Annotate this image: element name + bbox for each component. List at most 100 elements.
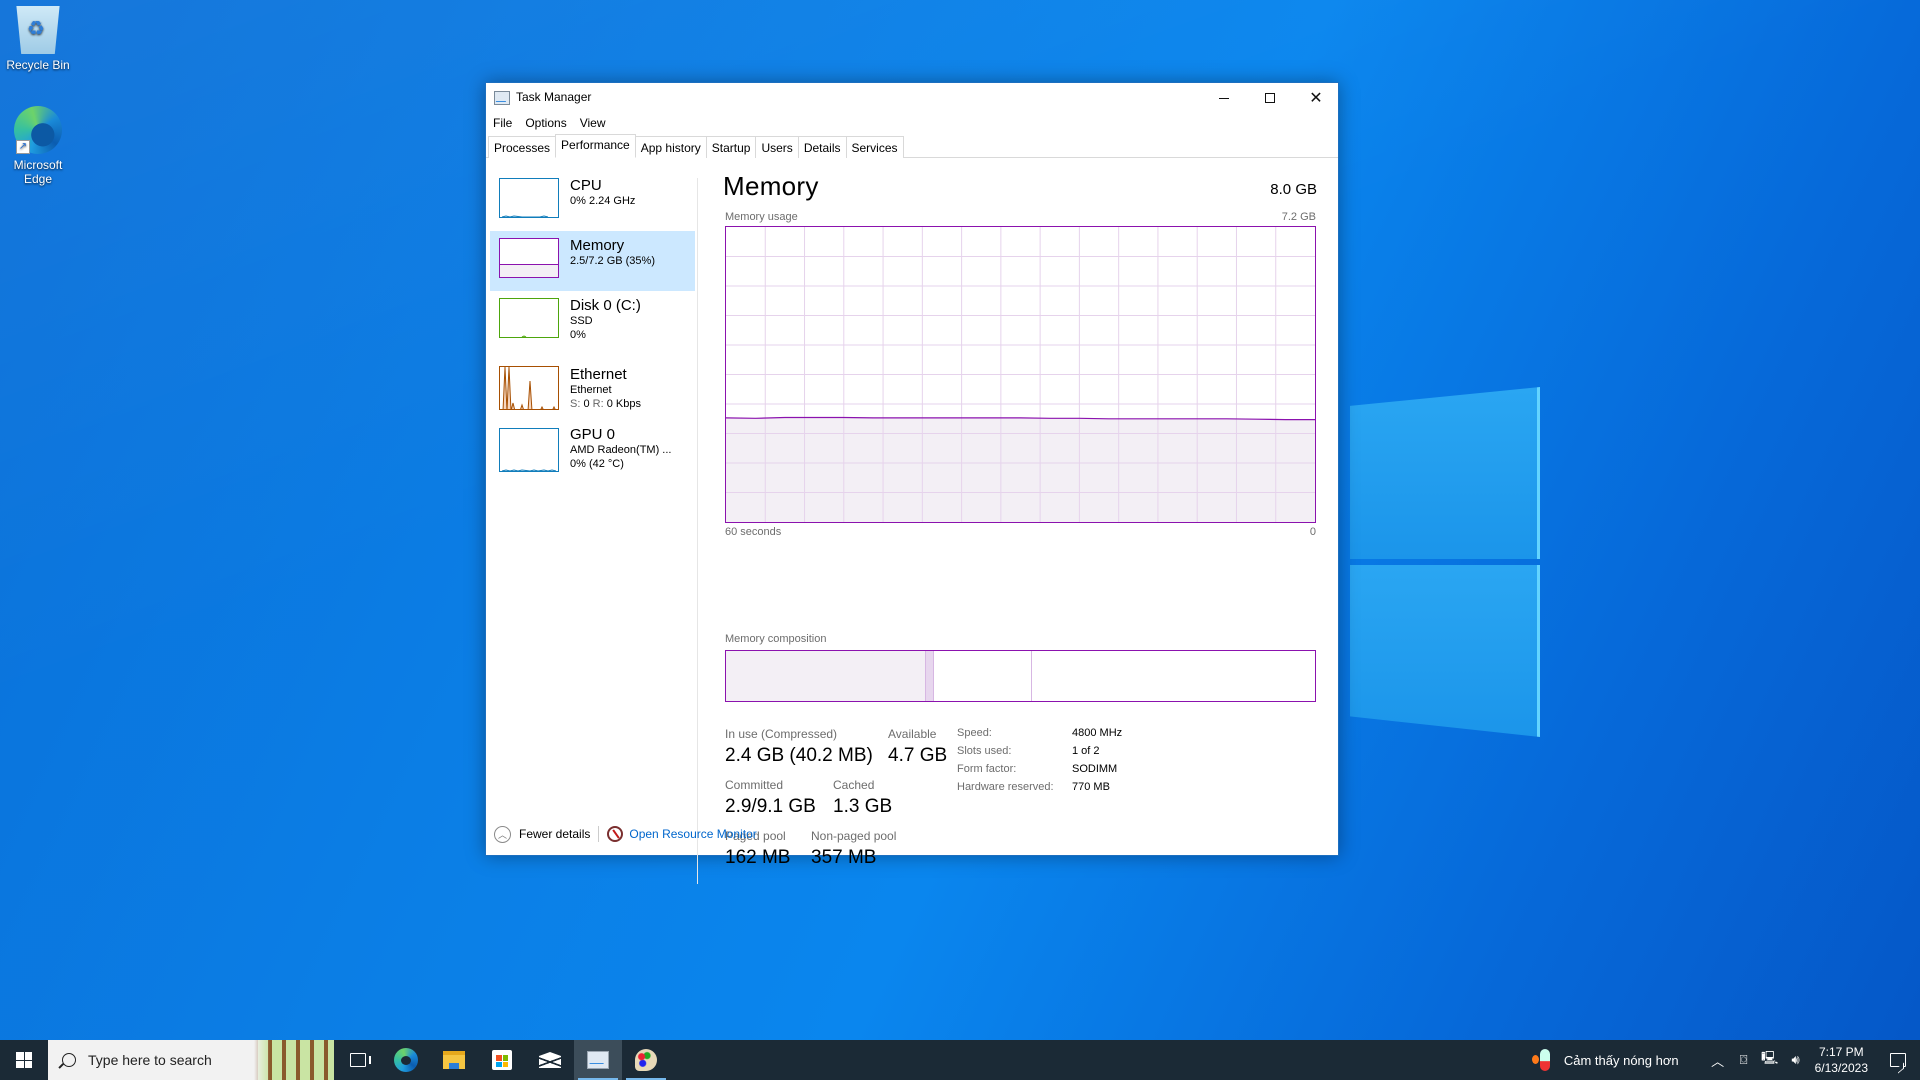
taskbar-microsoft-store[interactable] [478, 1040, 526, 1080]
weather-widget[interactable]: Cảm thấy nóng hơn [1531, 1049, 1679, 1071]
committed-value: 2.9/9.1 GB [725, 796, 816, 817]
search-placeholder: Type here to search [88, 1052, 212, 1068]
mail-icon [539, 1052, 561, 1068]
taskbar-task-manager[interactable] [574, 1040, 622, 1080]
maximize-button[interactable] [1247, 83, 1293, 113]
composition-segment-modified[interactable] [926, 651, 934, 701]
sidebar-item-detail: AMD Radeon(TM) ... [570, 444, 672, 456]
tab-performance[interactable]: Performance [555, 134, 636, 158]
tab-details[interactable]: Details [797, 136, 847, 158]
desktop-icon-microsoft-edge[interactable]: ↗ Microsoft Edge [0, 106, 76, 186]
ethernet-thumbnail-graph [499, 366, 559, 410]
weather-text: Cảm thấy nóng hơn [1563, 1052, 1679, 1068]
form-factor-label: Form factor: [957, 763, 1017, 775]
clock-time: 7:17 PM [1818, 1045, 1864, 1059]
show-hidden-icons-button[interactable]: ︿ [1705, 1051, 1731, 1070]
taskbar-edge[interactable] [382, 1040, 430, 1080]
menu-file[interactable]: File [486, 113, 518, 133]
resource-total: 8.0 GB [1270, 181, 1317, 198]
memory-thumbnail-graph [499, 238, 559, 278]
composition-label: Memory composition [725, 633, 827, 645]
sidebar-item-disk-0[interactable]: Disk 0 (C:) SSD 0% [490, 291, 695, 356]
task-manager-window: Task Manager ✕ File Options View Process… [485, 82, 1339, 884]
memory-composition-bar[interactable] [725, 650, 1316, 702]
tab-users[interactable]: Users [755, 136, 799, 158]
search-highlight-image [254, 1040, 334, 1080]
chevron-up-icon[interactable]: ︿ [494, 825, 511, 843]
sidebar-item-cpu[interactable]: CPU 0% 2.24 GHz [490, 171, 695, 231]
task-manager-icon [587, 1051, 609, 1069]
start-button[interactable] [0, 1040, 48, 1080]
tab-bar: Processes Performance App history Startu… [486, 134, 1338, 158]
fewer-details-button[interactable]: Fewer details [519, 827, 590, 841]
thermometer-icon [1531, 1049, 1550, 1071]
sidebar-item-detail: 2.5/7.2 GB (35%) [570, 255, 655, 267]
tab-services[interactable]: Services [845, 136, 904, 158]
hardware-reserved-label: Hardware reserved: [957, 781, 1054, 793]
sidebar-item-detail: 0% [570, 329, 586, 341]
committed-label: Committed [725, 778, 784, 792]
meet-now-button[interactable]: ⌼ [1731, 1052, 1757, 1068]
clock[interactable]: 7:17 PM 6/13/2023 [1815, 1044, 1868, 1076]
sidebar-item-detail: 0% 2.24 GHz [570, 195, 636, 207]
network-icon: 🖳 [1760, 1050, 1779, 1065]
taskbar-file-explorer[interactable] [430, 1040, 478, 1080]
taskbar-search-box[interactable]: Type here to search [48, 1040, 334, 1080]
memory-usage-chart [726, 227, 1315, 522]
sidebar-item-name: GPU 0 [570, 426, 616, 443]
minimize-icon [1219, 97, 1229, 99]
sidebar-item-detail: Ethernet [570, 384, 612, 396]
composition-segment-in-use[interactable] [726, 651, 927, 701]
taskbar: Type here to search Cảm thấy nóng hơn ︿ … [0, 1040, 1920, 1080]
form-factor-value: SODIMM [1072, 763, 1118, 775]
sidebar-item-memory[interactable]: Memory 2.5/7.2 GB (35%) [490, 231, 695, 291]
sidebar-item-ethernet[interactable]: Ethernet Ethernet S: 0 R: 0 Kbps [490, 356, 695, 422]
windows-logo-icon [16, 1052, 32, 1068]
speaker-icon: 🔊︎ [1791, 1052, 1800, 1067]
in-use-value: 2.4 GB (40.2 MB) [725, 745, 873, 766]
taskbar-mail[interactable] [526, 1040, 574, 1080]
in-use-label: In use (Compressed) [725, 727, 838, 741]
graph-max-label: 7.2 GB [1281, 211, 1316, 223]
sidebar-item-throughput: S: 0 R: 0 Kbps [570, 398, 641, 410]
edge-icon [394, 1048, 418, 1072]
speed-label: Speed: [957, 727, 992, 739]
footer-divider [598, 826, 600, 842]
sidebar-item-name: Disk 0 (C:) [570, 297, 641, 314]
performance-sidebar: CPU 0% 2.24 GHz Memory 2.5/7.2 GB (35%) … [490, 171, 695, 488]
task-view-button[interactable] [334, 1040, 382, 1080]
composition-segment-standby[interactable] [933, 651, 1032, 701]
close-icon: ✕ [1309, 90, 1323, 107]
close-button[interactable]: ✕ [1293, 83, 1339, 113]
resource-title: Memory [723, 171, 819, 201]
recycle-bin-icon [16, 6, 60, 54]
taskbar-paint[interactable] [622, 1040, 670, 1080]
menu-options[interactable]: Options [518, 113, 572, 133]
available-value: 4.7 GB [888, 745, 948, 766]
sidebar-item-detail: SSD [570, 315, 593, 327]
non-paged-pool-value: 357 MB [811, 847, 877, 868]
desktop-icon-label: Microsoft Edge [13, 158, 63, 186]
slots-used-value: 1 of 2 [1072, 745, 1100, 757]
pane-divider[interactable] [697, 178, 698, 884]
title-bar[interactable]: Task Manager ✕ [486, 83, 1338, 113]
open-resource-monitor-link[interactable]: Open Resource Monitor [629, 827, 756, 841]
action-center-icon[interactable] [1890, 1053, 1906, 1067]
resource-monitor-icon [607, 826, 624, 842]
desktop-icon-recycle-bin[interactable]: Recycle Bin [0, 6, 76, 72]
memory-usage-graph [725, 226, 1316, 523]
tab-processes[interactable]: Processes [488, 136, 557, 158]
composition-segment-free[interactable] [1031, 651, 1315, 701]
network-button[interactable]: 🖳 [1757, 1049, 1783, 1071]
camera-icon: ⌼ [1739, 1052, 1748, 1067]
menu-view[interactable]: View [573, 113, 612, 133]
volume-button[interactable]: 🔊︎ [1783, 1052, 1809, 1068]
sidebar-item-gpu-0[interactable]: GPU 0 AMD Radeon(TM) ... 0% (42 °C) [490, 422, 695, 488]
tab-startup[interactable]: Startup [705, 136, 757, 158]
system-tray: Cảm thấy nóng hơn ︿ ⌼ 🖳 🔊︎ 7:17 PM 6/13/… [1531, 1040, 1920, 1080]
shortcut-arrow-icon: ↗ [16, 140, 30, 154]
tab-app-history[interactable]: App history [634, 136, 707, 158]
graph-label: Memory usage [725, 211, 798, 223]
minimize-button[interactable] [1201, 83, 1247, 113]
clock-date: 6/13/2023 [1814, 1061, 1868, 1075]
